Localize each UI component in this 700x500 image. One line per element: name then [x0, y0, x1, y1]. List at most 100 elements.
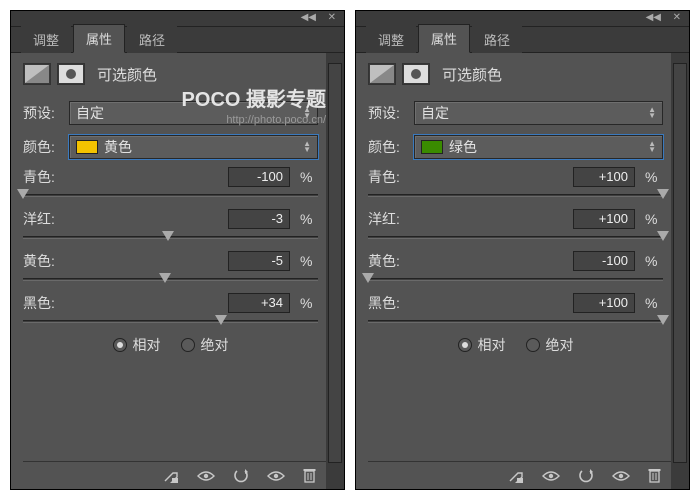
- slider-value-cyan[interactable]: -100: [228, 167, 290, 187]
- visibility-icon[interactable]: [612, 470, 630, 482]
- chevron-updown-icon: ▲▼: [648, 107, 656, 119]
- radio-absolute-label: 绝对: [546, 335, 574, 355]
- slider-magenta: 洋红:-3%: [23, 209, 318, 241]
- preset-value: 自定: [76, 103, 104, 123]
- radio-absolute-label: 绝对: [201, 335, 229, 355]
- slider-track-yellow[interactable]: [23, 275, 318, 283]
- panel-title: 可选颜色: [97, 64, 157, 85]
- trash-icon[interactable]: [648, 468, 661, 483]
- preset-label: 预设:: [368, 103, 414, 123]
- trash-icon[interactable]: [303, 468, 316, 483]
- pct-label: %: [645, 253, 663, 269]
- slider-value-black[interactable]: +100: [573, 293, 635, 313]
- color-dropdown[interactable]: 黄色 ▲▼: [69, 135, 318, 159]
- panel-left: ◀◀ ✕ 调整 属性 路径 可选颜色 预设: 自定 ▲▼ 颜色: 黄色: [10, 10, 345, 490]
- close-icon[interactable]: ✕: [328, 12, 336, 23]
- tab-adjust[interactable]: 调整: [366, 26, 416, 53]
- panel-head: 可选颜色: [368, 63, 663, 85]
- color-dropdown[interactable]: 绿色 ▲▼: [414, 135, 663, 159]
- preset-dropdown[interactable]: 自定 ▲▼: [414, 101, 663, 125]
- pct-label: %: [645, 211, 663, 227]
- slider-thumb-yellow[interactable]: [159, 273, 171, 283]
- preset-value: 自定: [421, 103, 449, 123]
- scrollbar[interactable]: [328, 63, 342, 463]
- slider-track-magenta[interactable]: [23, 233, 318, 241]
- adjustment-icon: [23, 63, 51, 85]
- slider-thumb-black[interactable]: [215, 315, 227, 325]
- visibility-icon[interactable]: [267, 470, 285, 482]
- slider-value-yellow[interactable]: -5: [228, 251, 290, 271]
- scrollbar[interactable]: [673, 63, 687, 463]
- panel-footer: [23, 461, 326, 489]
- reset-icon[interactable]: [578, 469, 594, 483]
- radio-relative[interactable]: 相对: [458, 335, 506, 355]
- slider-track-black[interactable]: [368, 317, 663, 325]
- slider-value-cyan[interactable]: +100: [573, 167, 635, 187]
- slider-magenta: 洋红:+100%: [368, 209, 663, 241]
- slider-thumb-black[interactable]: [657, 315, 669, 325]
- mask-icon: [402, 63, 430, 85]
- tab-strip: 调整 属性 路径: [11, 27, 344, 53]
- tab-path[interactable]: 路径: [127, 26, 177, 53]
- slider-label-yellow: 黄色:: [368, 251, 573, 271]
- slider-track-yellow[interactable]: [368, 275, 663, 283]
- slider-value-black[interactable]: +34: [228, 293, 290, 313]
- tab-adjust[interactable]: 调整: [21, 26, 71, 53]
- slider-label-magenta: 洋红:: [368, 209, 573, 229]
- pct-label: %: [645, 169, 663, 185]
- tab-strip: 调整 属性 路径: [356, 27, 689, 53]
- slider-black: 黑色:+100%: [368, 293, 663, 325]
- slider-track-magenta[interactable]: [368, 233, 663, 241]
- slider-yellow: 黄色:-100%: [368, 251, 663, 283]
- slider-label-cyan: 青色:: [23, 167, 228, 187]
- panel-head: 可选颜色: [23, 63, 318, 85]
- slider-black: 黑色:+34%: [23, 293, 318, 325]
- slider-thumb-magenta[interactable]: [657, 231, 669, 241]
- radio-relative[interactable]: 相对: [113, 335, 161, 355]
- color-label: 颜色:: [368, 137, 414, 157]
- reset-icon[interactable]: [233, 469, 249, 483]
- slider-value-magenta[interactable]: -3: [228, 209, 290, 229]
- eye-icon[interactable]: [542, 470, 560, 482]
- mode-radio-row: 相对 绝对: [368, 335, 663, 355]
- slider-thumb-cyan[interactable]: [17, 189, 29, 199]
- color-value: 绿色: [449, 137, 477, 157]
- slider-track-cyan[interactable]: [23, 191, 318, 199]
- preset-row: 预设: 自定 ▲▼: [368, 99, 663, 127]
- slider-value-yellow[interactable]: -100: [573, 251, 635, 271]
- slider-thumb-cyan[interactable]: [657, 189, 669, 199]
- preset-row: 预设: 自定 ▲▼: [23, 99, 318, 127]
- slider-thumb-yellow[interactable]: [362, 273, 374, 283]
- close-icon[interactable]: ✕: [673, 12, 681, 23]
- slider-label-magenta: 洋红:: [23, 209, 228, 229]
- panel-titlebar: ◀◀ ✕: [11, 11, 344, 27]
- color-label: 颜色:: [23, 137, 69, 157]
- slider-label-black: 黑色:: [23, 293, 228, 313]
- eye-icon[interactable]: [197, 470, 215, 482]
- preset-dropdown[interactable]: 自定 ▲▼: [69, 101, 318, 125]
- pct-label: %: [300, 169, 318, 185]
- tab-properties[interactable]: 属性: [418, 24, 470, 53]
- slider-track-cyan[interactable]: [368, 191, 663, 199]
- slider-value-magenta[interactable]: +100: [573, 209, 635, 229]
- chevron-updown-icon: ▲▼: [648, 141, 656, 153]
- panel-titlebar: ◀◀ ✕: [356, 11, 689, 27]
- collapse-icon[interactable]: ◀◀: [646, 12, 661, 23]
- tab-properties[interactable]: 属性: [73, 24, 125, 53]
- tab-path[interactable]: 路径: [472, 26, 522, 53]
- color-row: 颜色: 绿色 ▲▼: [368, 133, 663, 161]
- collapse-icon[interactable]: ◀◀: [301, 12, 316, 23]
- radio-relative-label: 相对: [478, 335, 506, 355]
- slider-track-black[interactable]: [23, 317, 318, 325]
- slider-thumb-magenta[interactable]: [162, 231, 174, 241]
- radio-absolute[interactable]: 绝对: [181, 335, 229, 355]
- panel-title: 可选颜色: [442, 64, 502, 85]
- pct-label: %: [645, 295, 663, 311]
- clip-icon[interactable]: [508, 469, 524, 483]
- slider-label-cyan: 青色:: [368, 167, 573, 187]
- color-value: 黄色: [104, 137, 132, 157]
- mask-icon: [57, 63, 85, 85]
- clip-icon[interactable]: [163, 469, 179, 483]
- panel-footer: [368, 461, 671, 489]
- radio-absolute[interactable]: 绝对: [526, 335, 574, 355]
